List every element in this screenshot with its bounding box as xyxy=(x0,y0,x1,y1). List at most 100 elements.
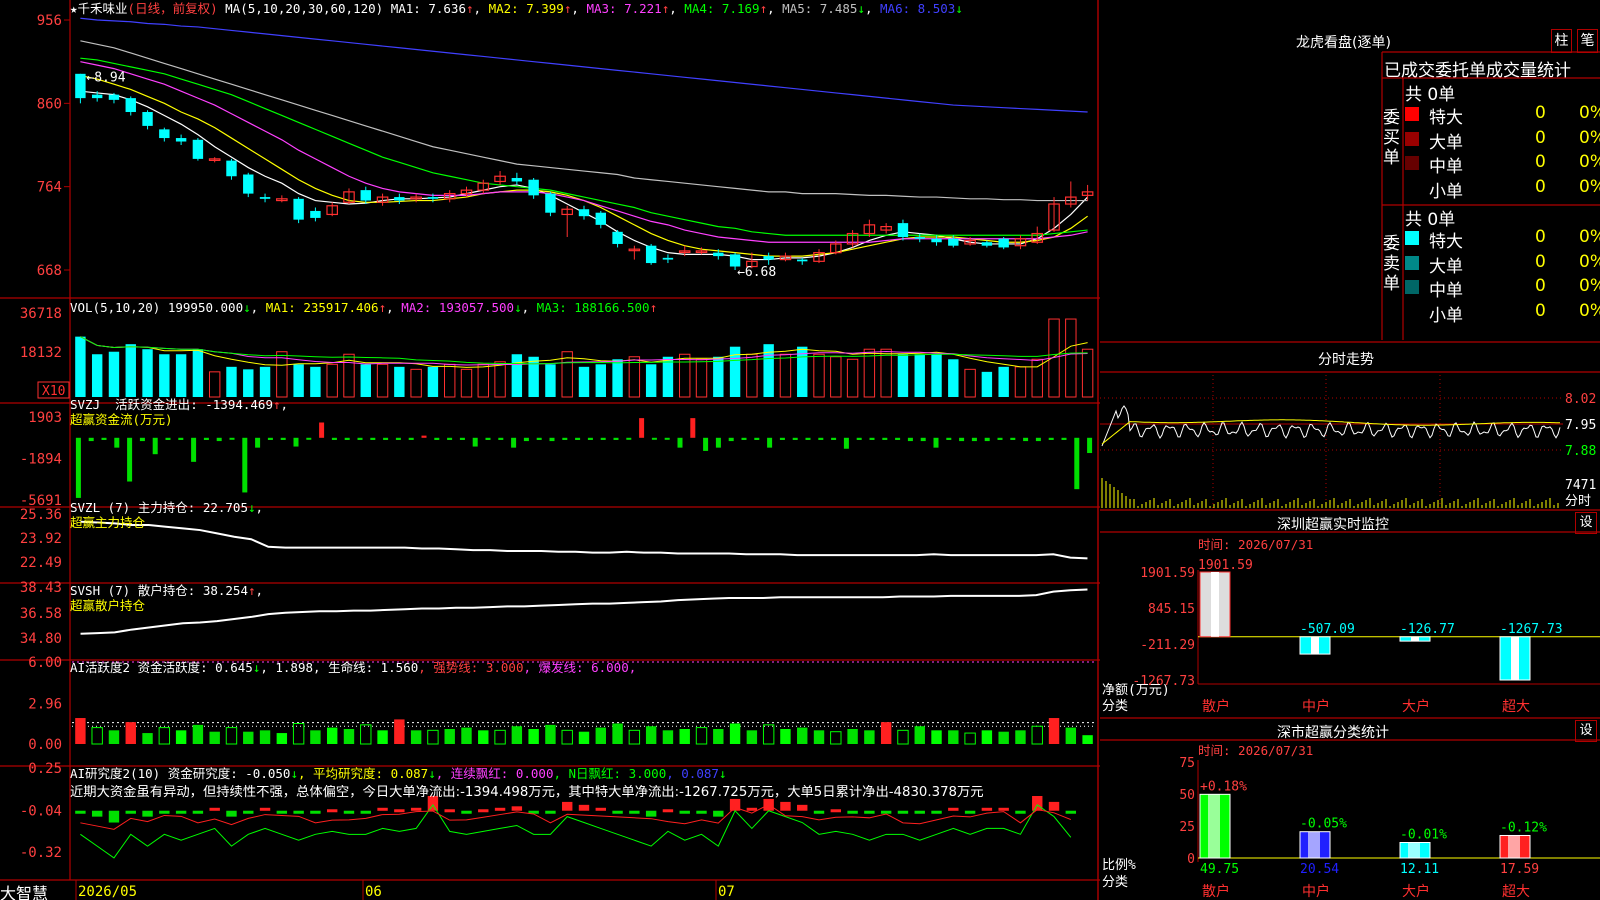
ai2-bar xyxy=(192,810,204,814)
svzj-bar xyxy=(613,437,619,440)
date-label: 06 xyxy=(365,884,382,900)
tick-toggle-button[interactable]: 笔 xyxy=(1577,29,1598,53)
intraday-title: 分时走势 xyxy=(1318,352,1374,368)
svzj-bar xyxy=(549,437,555,442)
ai2-bar xyxy=(562,801,573,811)
realtime-time: 时间: 2026/07/31 xyxy=(1198,537,1314,552)
svzj-bar xyxy=(997,437,1003,440)
price-tick: 668 xyxy=(37,263,62,279)
ai1-bar xyxy=(880,722,892,744)
star-icon: ★ xyxy=(70,1,78,16)
ai1-bar xyxy=(797,727,808,744)
bar-toggle-button[interactable]: 柱 xyxy=(1551,29,1572,53)
svsh-header: SVSH (7) 散户持仓: 38.254↑, 超赢散户持仓 xyxy=(70,583,264,613)
realtime-settings-button[interactable]: 设 xyxy=(1575,512,1597,534)
ai2-bar xyxy=(713,810,724,817)
period-mode[interactable]: (日线，前复权) xyxy=(128,1,218,16)
ai2-line-red xyxy=(80,803,1072,830)
color-swatch xyxy=(1405,107,1419,121)
ai1-tick: 6.00 xyxy=(28,655,62,671)
sell-count: 0 xyxy=(1535,300,1546,321)
ai1-bar xyxy=(394,719,405,744)
trend-arrow: ↓ xyxy=(428,766,436,781)
ai2-bar xyxy=(1065,810,1077,814)
sell-row: 大单 0 0% xyxy=(1405,252,1600,277)
vol-bar-down xyxy=(259,366,271,397)
ai2-bar xyxy=(696,810,707,814)
ai1-bar xyxy=(847,728,858,744)
ai2-bar xyxy=(629,810,640,814)
ai1-bar xyxy=(528,728,539,744)
ai2-bar xyxy=(998,807,1009,811)
kline-panel[interactable]: 956 860 764 668 ←8.94 ←6.68 36718 18132 X10 1903 -… xyxy=(0,0,1100,900)
classify-settings-button[interactable]: 设 xyxy=(1575,720,1597,742)
ai1-bar xyxy=(478,730,489,744)
chart-canvas[interactable]: 956 860 764 668 ←8.94 ←6.68 36718 18132 X10 1903 -… xyxy=(0,0,1100,900)
candle-down xyxy=(528,179,539,196)
trend-arrow: ↓ xyxy=(514,300,522,315)
ma-fields-item-2: MA3: 7.221 xyxy=(586,1,662,16)
sell-name: 大单 xyxy=(1429,256,1463,277)
ai2-bar xyxy=(226,810,237,817)
ai1-bar xyxy=(662,730,674,744)
vol-header: VOL(5,10,20) 199950.000↓, MA1: 235917.40… xyxy=(70,300,658,315)
vol-bar-down xyxy=(75,336,86,397)
ai1-bar xyxy=(91,727,103,745)
ai2-fields-item-0: 资金研究度: -0.050 xyxy=(167,766,291,781)
candle-down xyxy=(125,98,136,113)
ai1-bar xyxy=(864,730,875,744)
vol-ma-fields-item-1: MA2: 193057.500 xyxy=(401,300,515,315)
svzj-tick: -1894 xyxy=(20,452,62,468)
vol-bar-down xyxy=(545,364,556,397)
ai2-values: 资金研究度: -0.050↓, 平均研究度: 0.087↓, 连续飘红: 0.0… xyxy=(168,766,727,781)
ai1-bar xyxy=(713,728,724,744)
price-tick: 860 xyxy=(37,96,62,112)
svzj-bar xyxy=(459,437,465,440)
svsh-label: SVSH (7) xyxy=(70,583,131,598)
vol-bar-down xyxy=(595,364,606,397)
price-tick: 764 xyxy=(37,180,62,196)
ai1-bar xyxy=(612,723,623,744)
brand-label[interactable]: 大智慧 xyxy=(0,880,48,900)
ai2-bar xyxy=(175,810,187,814)
vol-label: VOL(5,10,20) xyxy=(70,300,161,315)
vol-bar-down xyxy=(998,366,1009,397)
sell-pct: 0% xyxy=(1579,300,1600,321)
svzj-bar xyxy=(447,437,453,440)
svzj-bar xyxy=(139,437,145,442)
svzj-bar xyxy=(959,437,965,442)
ai1-fields-item-0: 资金活跃度: 0.645 xyxy=(137,660,253,675)
vol-bar-down xyxy=(612,359,623,397)
stock-name: 千禾味业 xyxy=(77,1,128,16)
ai1-bar xyxy=(729,723,741,744)
svzj-bar xyxy=(600,437,606,440)
buy-count: 0 xyxy=(1535,176,1546,197)
ai1-fields-item-4: , 爆发线: 6.000, xyxy=(523,660,637,675)
ai1-bar xyxy=(310,730,321,744)
ai2-fields-item-1: , 平均研究度: 0.087 xyxy=(297,766,429,781)
svzj-value: -1394.469 xyxy=(205,397,273,412)
vol-bar-down xyxy=(192,349,204,397)
buy-total-text: 共 0单 xyxy=(1405,85,1456,105)
ai2-bar xyxy=(259,807,271,811)
buy-row: 中单 0 0% xyxy=(1405,152,1600,177)
color-swatch xyxy=(1405,231,1419,245)
vol-bar-down xyxy=(511,354,523,397)
vol-bar-up xyxy=(326,363,338,398)
vol-bar-up xyxy=(444,363,456,398)
ma-fields-item-4: MA5: 7.485 xyxy=(782,1,858,16)
svzj-bar xyxy=(165,437,171,440)
ai2-bar xyxy=(595,807,606,811)
vol-bar-down xyxy=(948,359,959,397)
ai1-bar xyxy=(762,724,775,745)
vol-bar-down xyxy=(931,354,942,397)
ai1-bar xyxy=(410,730,422,744)
svzl-header: SVZL (7) 主力持仓: 22.705↓, 超赢主力持仓 xyxy=(70,500,264,530)
buy-pct: 0% xyxy=(1579,103,1600,123)
vol-bar-up xyxy=(477,363,489,398)
ai2-bar xyxy=(864,810,875,814)
svsh-tick: 36.58 xyxy=(20,606,62,622)
ai1-tick: 0.00 xyxy=(28,737,62,753)
vol-bar-up xyxy=(1065,318,1077,398)
svzj-bar xyxy=(395,437,401,440)
